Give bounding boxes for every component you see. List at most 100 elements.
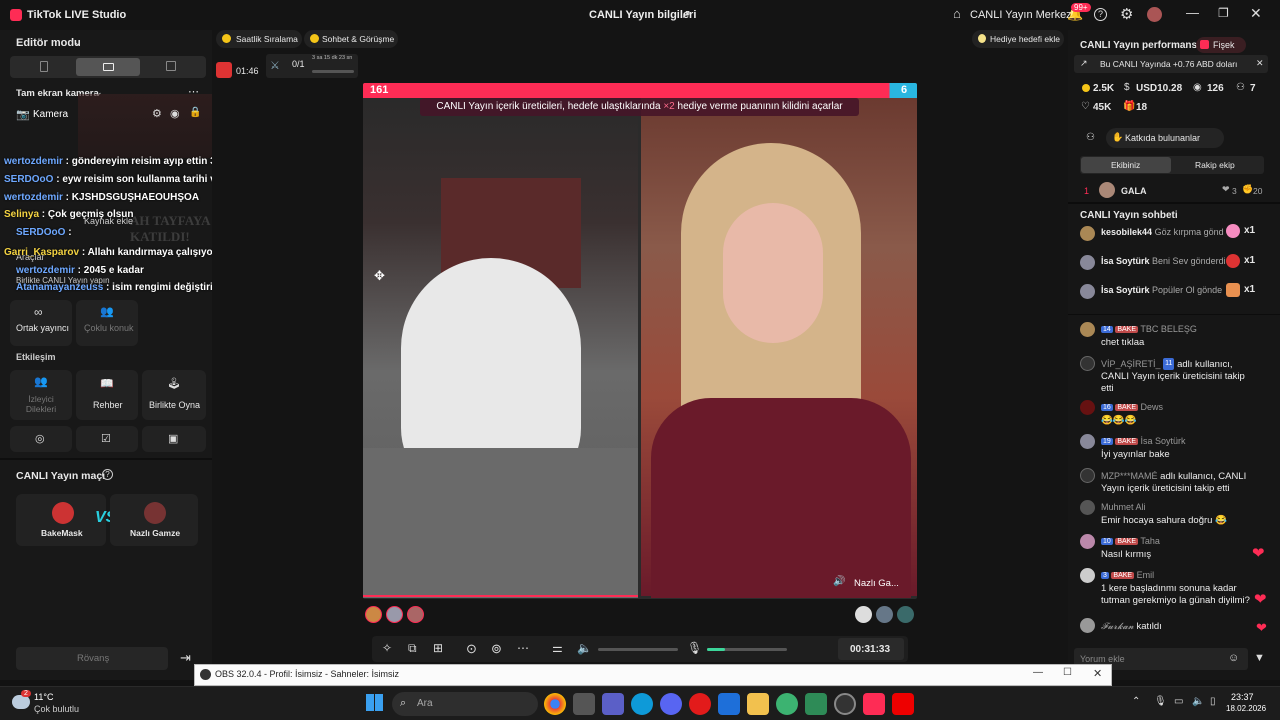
tool-button[interactable]: ◎	[10, 426, 72, 452]
mic-slider[interactable]	[707, 648, 787, 651]
opponent-gifter-avatar[interactable]	[876, 606, 893, 623]
obs-app-icon[interactable]	[834, 693, 856, 715]
rank-avatar[interactable]	[1099, 182, 1115, 198]
chat-title: CANLI Yayın sohbeti	[1080, 210, 1178, 221]
settings-icon[interactable]: ⚙	[152, 107, 162, 120]
mail-icon[interactable]	[718, 693, 740, 715]
viewer-requests-button[interactable]: 👥 İzleyici Dilekleri	[10, 370, 72, 420]
title-bar: TikTok LIVE Studio CANLI Yayın bilgileri…	[0, 0, 1280, 30]
network-icon[interactable]: ▭	[1174, 696, 1183, 707]
minimize-icon[interactable]: —	[1186, 5, 1199, 20]
home-icon[interactable]: ⌂	[953, 6, 961, 21]
more-icon[interactable]: ⋯	[517, 641, 529, 655]
emoji-icon[interactable]: ☺	[1228, 652, 1239, 664]
browser-icon[interactable]	[776, 693, 798, 715]
gift-count: x1	[1244, 255, 1256, 266]
live-center-link[interactable]: CANLI Yayın Merkezi	[970, 9, 1074, 21]
host-video	[363, 98, 638, 598]
multi-guest-label: Çoklu konuk	[84, 323, 134, 333]
editor-mode-dropdown[interactable]: Editör modu	[16, 37, 81, 49]
edge-icon[interactable]	[631, 693, 653, 715]
multi-guest-button[interactable]: 👥 Çoklu konuk	[76, 300, 138, 346]
chat-meet-button[interactable]: Sohbet & Görüşme	[304, 30, 398, 48]
app-icon[interactable]	[805, 693, 827, 715]
volume-icon[interactable]: 🔈	[577, 641, 592, 655]
banner-text-post: hediye verme puanının kilidini açarlar	[677, 101, 843, 112]
top-gifter-avatar[interactable]	[386, 606, 403, 623]
tool-button[interactable]: ☑	[76, 426, 138, 452]
opponent-gifter-avatar[interactable]	[897, 606, 914, 623]
sliders-icon[interactable]: ⚌	[552, 641, 563, 655]
chevron-up-icon[interactable]: ⌃	[1132, 696, 1140, 707]
eye-icon[interactable]: ◉	[170, 107, 180, 120]
layers-icon[interactable]: ⧉	[408, 641, 417, 656]
chrome-icon[interactable]	[544, 693, 566, 715]
clock-date: 18.02.2026	[1226, 704, 1267, 713]
viewers-value: 126	[1207, 83, 1224, 94]
split-icon[interactable]	[166, 61, 176, 71]
taskbar-search[interactable]: ⌕ Ara	[392, 692, 538, 716]
magic-wand-icon[interactable]: ✧	[382, 641, 392, 655]
avatar	[1080, 400, 1095, 415]
hourly-ranking-button[interactable]: Saatlik Sıralama	[216, 30, 302, 48]
exit-icon[interactable]: ⇥	[180, 650, 191, 666]
maximize-icon[interactable]: ☐	[1063, 667, 1072, 678]
match-player-card[interactable]: BakeMask	[16, 494, 106, 546]
speaker-icon[interactable]: 🔊	[833, 576, 845, 587]
folder-icon[interactable]	[747, 693, 769, 715]
share-icon[interactable]: ↗	[681, 7, 691, 21]
microphone-icon[interactable]: 🎙	[687, 641, 702, 655]
battery-icon[interactable]: ▯	[1210, 696, 1216, 707]
close-icon[interactable]: ✕	[1093, 667, 1102, 680]
send-icon[interactable]: ▼	[1254, 652, 1265, 664]
contributors-button[interactable]: ✋ Katkıda bulunanlar	[1106, 128, 1224, 148]
gift-sender-avatar	[1080, 226, 1095, 241]
rematch-button[interactable]: Rövanş	[16, 647, 168, 670]
screen-icon[interactable]: ⊞	[433, 641, 443, 655]
volume-icon[interactable]: 🔈	[1192, 696, 1204, 707]
match-player-card[interactable]: Nazlı Gamze	[110, 494, 198, 546]
youtube-icon[interactable]	[892, 693, 914, 715]
tiktok-logo-icon	[10, 9, 22, 21]
microphone-icon[interactable]: 🎙	[1154, 696, 1167, 707]
contributors-label: Katkıda bulunanlar	[1125, 133, 1201, 143]
windows-start-icon[interactable]	[366, 694, 383, 711]
fist-icon: ✊	[1242, 184, 1254, 194]
help-icon[interactable]: ?	[1094, 8, 1107, 21]
avatar[interactable]	[1147, 7, 1162, 22]
discord-icon[interactable]	[660, 693, 682, 715]
close-icon[interactable]: ✕	[1256, 58, 1264, 69]
gear-icon[interactable]: ⚙	[1120, 5, 1133, 23]
add-gift-goal-button[interactable]: Hediye hedefi ekle	[972, 30, 1064, 48]
close-icon[interactable]: ✕	[1250, 5, 1262, 22]
volume-slider[interactable]	[598, 648, 678, 651]
banner-multiplier: ×2	[663, 101, 675, 112]
store-icon[interactable]	[573, 693, 595, 715]
portrait-icon[interactable]	[40, 61, 48, 72]
guide-button[interactable]: 📖 Rehber	[76, 370, 138, 420]
likes-value: 45K	[1093, 102, 1112, 113]
target-icon[interactable]: ⊚	[491, 641, 502, 657]
co-host-button[interactable]: ∞ Ortak yayıncı	[10, 300, 72, 346]
play-together-button[interactable]: 🕹 Birlikte Oyna	[142, 370, 206, 420]
maximize-icon[interactable]: ❐	[1218, 6, 1229, 20]
obs-window-bar[interactable]: OBS 32.0.4 - Profil: İsimsiz - Sahneler:…	[194, 664, 1112, 686]
opponent-gifter-avatar[interactable]	[855, 606, 872, 623]
teams-icon[interactable]	[602, 693, 624, 715]
tool-button[interactable]: ▣	[142, 426, 206, 452]
lock-icon[interactable]: 🔒	[189, 107, 201, 118]
record-icon[interactable]: ⊙	[466, 641, 477, 657]
live-preview[interactable]: 161 6 🔊 Nazlı Ga... CANLI Yayın içerik ü…	[363, 83, 917, 599]
top-gifter-avatar[interactable]	[365, 606, 382, 623]
top-gifter-avatar[interactable]	[407, 606, 424, 623]
rematch-label: Rövanş	[77, 653, 110, 664]
firework-badge[interactable]: Fişek	[1196, 37, 1246, 53]
tiktok-app-icon[interactable]	[863, 693, 885, 715]
help-icon[interactable]: ?	[102, 469, 113, 480]
control-toolbar: ✧ ⧉ ⊞ ⊙ ⊚ ⋯ ⚌ 🔈 🎙 00:31:33	[372, 636, 908, 662]
progress-widget[interactable]: ⚔ 0/1 3 sa 15 dk 23 sn	[266, 54, 358, 78]
minimize-icon[interactable]: —	[1033, 667, 1043, 678]
opera-icon[interactable]	[689, 693, 711, 715]
camera-source-label[interactable]: Kamera	[33, 109, 68, 120]
tab-rival-label[interactable]: Rakip ekip	[1195, 160, 1235, 170]
